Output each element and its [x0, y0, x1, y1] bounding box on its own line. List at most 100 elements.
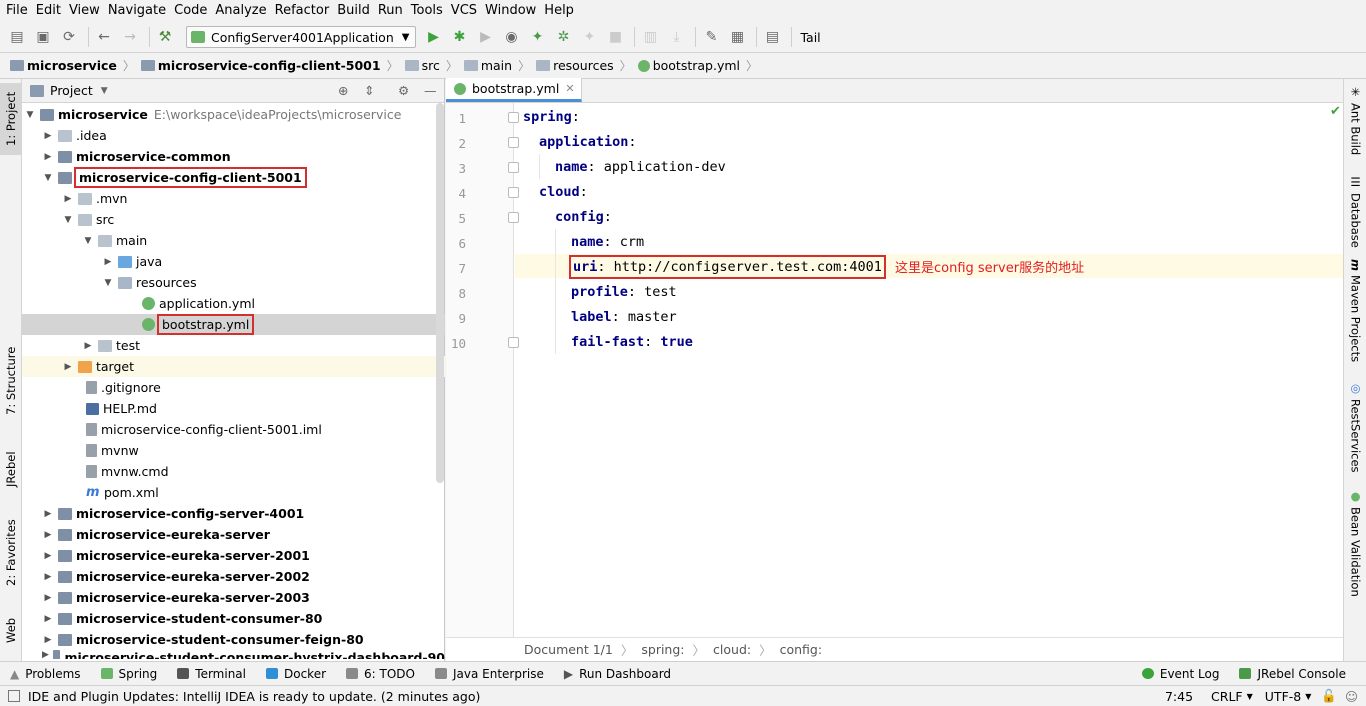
status-message[interactable]: IDE and Plugin Updates: IntelliJ IDEA is… [28, 689, 480, 704]
file-encoding[interactable]: UTF-8 [1265, 689, 1301, 704]
tree-item-microservice-common[interactable]: ▶ microservice-common [22, 146, 445, 167]
menu-window[interactable]: Window [481, 0, 540, 22]
tab-java-enterprise[interactable]: Java Enterprise [434, 667, 544, 681]
chevron-right-icon[interactable]: ▶ [42, 530, 54, 540]
tree-item-eureka-server[interactable]: ▶ microservice-eureka-server [22, 524, 445, 545]
tab-terminal[interactable]: Terminal [177, 667, 246, 681]
chevron-down-icon[interactable]: ▼ [82, 236, 94, 246]
forward-icon[interactable]: → [119, 26, 141, 48]
menu-vcs[interactable]: VCS [447, 0, 481, 22]
yaml-path-item[interactable]: spring: [641, 642, 684, 657]
tree-item-consumer-80[interactable]: ▶ microservice-student-consumer-80 [22, 608, 445, 629]
line-separator[interactable]: CRLF [1211, 689, 1243, 704]
fold-marker-icon[interactable] [508, 162, 519, 173]
gear-icon[interactable]: ⚙ [398, 83, 409, 98]
yaml-path-item[interactable]: cloud: [713, 642, 751, 657]
tree-item-main[interactable]: ▼ main [22, 230, 445, 251]
tab-docker[interactable]: Docker [266, 667, 326, 681]
code-line-5[interactable]: config: [555, 209, 612, 225]
tree-item-iml[interactable]: microservice-config-client-5001.iml [22, 419, 445, 440]
menu-code[interactable]: Code [170, 0, 211, 22]
tasks-icon[interactable]: ▤ [761, 26, 783, 48]
collapse-all-icon[interactable]: ⇕ [364, 83, 374, 98]
tab-ant-build[interactable]: ✳ Ant Build [1344, 85, 1366, 161]
tree-item-application-yml[interactable]: application.yml [22, 293, 445, 314]
tree-item-eureka-2002[interactable]: ▶ microservice-eureka-server-2002 [22, 566, 445, 587]
chevron-down-icon[interactable]: ▼ [24, 110, 36, 120]
jrebel-disabled-icon[interactable]: ✦ [578, 26, 600, 48]
chevron-right-icon[interactable]: ▶ [42, 551, 54, 561]
chevron-right-icon[interactable]: ▶ [42, 509, 54, 519]
fold-marker-icon[interactable] [508, 187, 519, 198]
code-line-9[interactable]: label: master [571, 309, 677, 325]
menu-file[interactable]: File [2, 0, 32, 22]
menu-run[interactable]: Run [374, 0, 407, 22]
chevron-right-icon[interactable]: ▶ [42, 152, 54, 162]
save-icon[interactable]: ▣ [32, 26, 54, 48]
chevron-right-icon[interactable]: ▶ [42, 131, 54, 141]
caret-position[interactable]: 7:45 [1165, 689, 1193, 704]
fold-marker-icon[interactable] [508, 212, 519, 223]
code-line-4[interactable]: cloud: [539, 184, 588, 200]
tab-jrebel[interactable]: JRebel [0, 439, 22, 499]
yaml-path-item[interactable]: config: [780, 642, 822, 657]
tree-item-eureka-2001[interactable]: ▶ microservice-eureka-server-2001 [22, 545, 445, 566]
tab-rest-services[interactable]: ◎ RestServices [1344, 381, 1366, 473]
chevron-right-icon[interactable]: ▶ [62, 362, 74, 372]
tree-item-pom-xml[interactable]: m pom.xml [22, 482, 445, 503]
tab-run-dashboard[interactable]: ▶ Run Dashboard [564, 667, 671, 681]
run-icon[interactable]: ▶ [422, 26, 444, 48]
tab-event-log[interactable]: Event Log [1141, 667, 1219, 681]
code-line-7[interactable]: uri: http://configserver.test.com:4001 [569, 255, 886, 279]
tab-spring[interactable]: Spring [100, 667, 157, 681]
fold-marker-icon[interactable] [508, 337, 519, 348]
chevron-down-icon[interactable]: ▼ [42, 173, 54, 183]
tab-structure[interactable]: 7: Structure [0, 341, 22, 421]
tab-problems[interactable]: ▲ Problems [10, 667, 81, 681]
menu-navigate[interactable]: Navigate [104, 0, 170, 22]
chevron-right-icon[interactable]: ▶ [42, 572, 54, 582]
stop-icon[interactable]: ■ [604, 26, 626, 48]
jrebel-run-icon[interactable]: ✦ [526, 26, 548, 48]
event-icon[interactable] [8, 690, 20, 702]
run-configuration-select[interactable]: ConfigServer4001Application ▼ [186, 26, 417, 48]
chevron-down-icon[interactable]: ▼ [62, 215, 74, 225]
chevron-right-icon[interactable]: ▶ [42, 650, 49, 659]
code-line-2[interactable]: application: [539, 134, 637, 150]
profile-icon[interactable]: ◉ [500, 26, 522, 48]
menu-analyze[interactable]: Analyze [211, 0, 270, 22]
tree-item-mvn[interactable]: ▶ .mvn [22, 188, 445, 209]
tree-item-bootstrap-yml[interactable]: bootstrap.yml [22, 314, 445, 335]
debug-icon[interactable]: ✱ [448, 26, 470, 48]
tab-maven-projects[interactable]: m Maven Projects [1344, 259, 1366, 363]
coverage-icon[interactable]: ▥ [639, 26, 661, 48]
tree-item-target[interactable]: ▶ target [22, 356, 445, 377]
settings-wrench-icon[interactable]: ✎ [700, 26, 722, 48]
locate-icon[interactable]: ⊕ [338, 83, 348, 98]
tree-item-microservice[interactable]: ▼ microservice E:\workspace\ideaProjects\m… [22, 104, 445, 125]
tab-favorites[interactable]: 2: Favorites [0, 511, 22, 595]
menu-view[interactable]: View [65, 0, 104, 22]
project-structure-icon[interactable]: ▦ [726, 26, 748, 48]
chevron-down-icon[interactable]: ▼ [101, 86, 108, 96]
tail-button[interactable]: Tail [800, 30, 820, 45]
chevron-right-icon[interactable]: ▶ [82, 341, 94, 351]
download-icon[interactable]: ⤓ [665, 26, 687, 48]
jrebel-debug-icon[interactable]: ✲ [552, 26, 574, 48]
tree-item-eureka-2003[interactable]: ▶ microservice-eureka-server-2003 [22, 587, 445, 608]
tree-item-resources[interactable]: ▼ resources [22, 272, 445, 293]
chevron-right-icon[interactable]: ▶ [42, 635, 54, 645]
menu-help[interactable]: Help [540, 0, 578, 22]
chevron-down-icon[interactable]: ▼ [102, 278, 114, 288]
breadcrumb-item-file[interactable]: bootstrap.yml [634, 58, 744, 73]
tree-item-gitignore[interactable]: .gitignore [22, 377, 445, 398]
tree-item-mvnw-cmd[interactable]: mvnw.cmd [22, 461, 445, 482]
breadcrumb-item-src[interactable]: src [401, 58, 444, 73]
build-hammer-icon[interactable]: ⚒ [154, 26, 176, 48]
chevron-right-icon[interactable]: ▶ [62, 194, 74, 204]
breadcrumb-item-module[interactable]: microservice-config-client-5001 [137, 58, 385, 73]
code-line-6[interactable]: name: crm [571, 234, 644, 250]
code-line-10[interactable]: fail-fast: true [571, 334, 693, 350]
tab-todo[interactable]: 6: TODO [346, 667, 415, 681]
tree-item-test[interactable]: ▶ test [22, 335, 445, 356]
